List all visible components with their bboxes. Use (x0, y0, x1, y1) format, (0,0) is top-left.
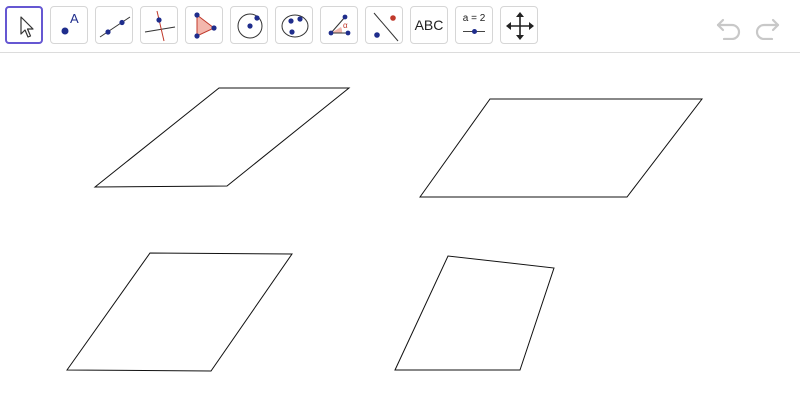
arrow-cursor-icon (20, 16, 34, 38)
slider-tool-button[interactable]: a = 2 (455, 6, 493, 44)
graphics-view[interactable] (0, 53, 800, 408)
reflect-about-line-icon (373, 12, 399, 42)
text-icon: ABC (414, 17, 444, 33)
move-tool-button[interactable] (5, 6, 43, 44)
quadrilateral-top-left[interactable] (93, 87, 351, 188)
ellipse-icon (281, 14, 309, 38)
perpendicular-line-tool-button[interactable] (140, 6, 178, 44)
circle-center-point-icon (237, 13, 263, 39)
redo-icon (755, 18, 780, 41)
polygon-icon (194, 12, 217, 39)
conic-tool-button[interactable] (275, 6, 313, 44)
text-tool-button[interactable]: ABC (410, 6, 448, 44)
polygon-tool-button[interactable] (185, 6, 223, 44)
angle-icon (328, 14, 351, 36)
line-tool-button[interactable] (95, 6, 133, 44)
graphics-canvas (66, 87, 704, 372)
angle-label: α (343, 21, 348, 30)
move-graphics-view-icon (506, 12, 534, 40)
line-icon (99, 16, 131, 38)
slider-knob (472, 29, 477, 34)
circle-tool-button[interactable] (230, 6, 268, 44)
toolbar: A α ABC a = 2 (0, 0, 800, 53)
redo-button[interactable] (752, 12, 782, 41)
quadrilateral-top-right[interactable] (419, 98, 704, 198)
undo-button[interactable] (714, 12, 744, 41)
quadrilateral-bottom-left[interactable] (66, 252, 293, 372)
slider-label: a = 2 (462, 13, 486, 24)
undo-icon (716, 18, 741, 41)
perpendicular-line-icon (144, 10, 176, 42)
point-tool-button[interactable]: A (50, 6, 88, 44)
point-label: A (70, 11, 79, 26)
reflect-tool-button[interactable] (365, 6, 403, 44)
quadrilateral-bottom-right[interactable] (394, 255, 555, 371)
move-graphics-tool-button[interactable] (500, 6, 538, 44)
angle-tool-button[interactable]: α (320, 6, 358, 44)
geogebra-app: A α ABC a = 2 (0, 0, 800, 408)
